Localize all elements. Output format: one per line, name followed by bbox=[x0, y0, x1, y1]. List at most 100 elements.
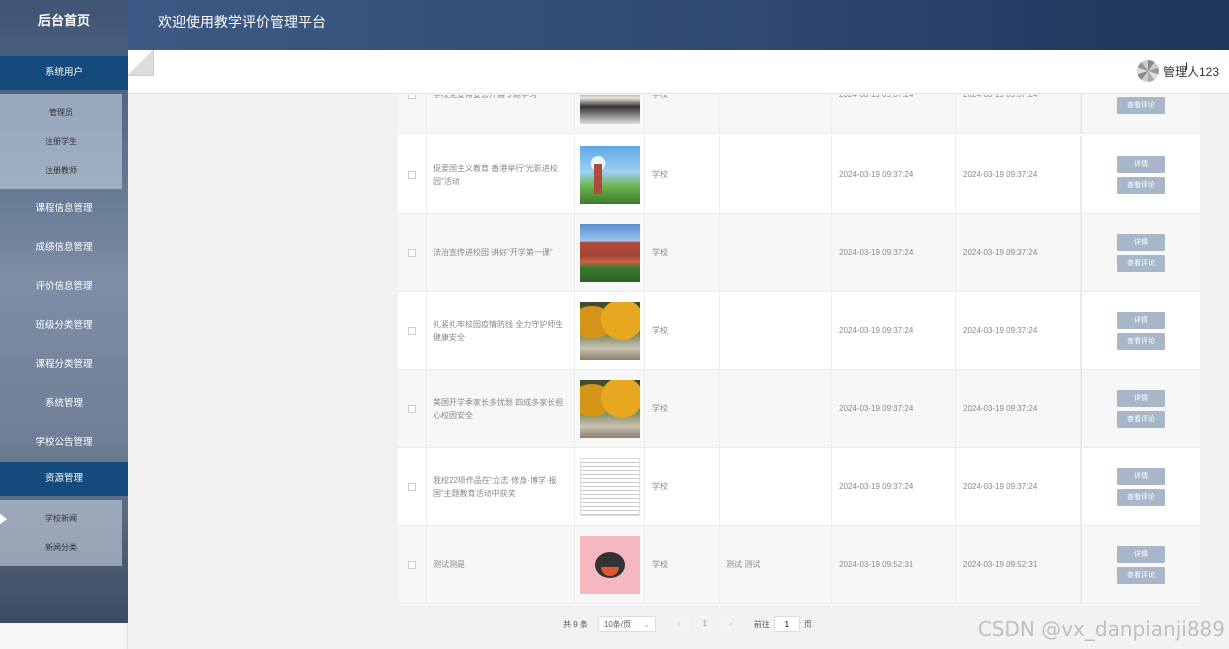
sidebar-item-school-news[interactable]: 学校新闻 bbox=[0, 504, 122, 533]
detail-button[interactable]: 详情 bbox=[1117, 311, 1165, 329]
toolbar: 管理人123 bbox=[128, 50, 1229, 94]
sidebar-item-course[interactable]: 课程信息管理 bbox=[0, 189, 128, 228]
news-title: 测试测是 bbox=[427, 526, 575, 603]
user-submenu: 管理员 注册学生 注册教师 bbox=[0, 94, 122, 189]
detail-button[interactable]: 详情 bbox=[1117, 233, 1165, 251]
resource-submenu: 学校新闻 新闻分类 bbox=[0, 500, 122, 566]
document-photo bbox=[579, 457, 640, 516]
sidebar: 后台首页 系统用户 管理员 注册学生 注册教师 课程信息管理 成绩信息管理 评价… bbox=[0, 0, 128, 623]
chevron-down-icon: ⌄ bbox=[643, 619, 650, 629]
table-row: 法治宣传进校园 讲好“开学第一课” 学校 2024-03-19 09:37:24… bbox=[398, 214, 1200, 292]
updated-time: 2024-03-19 09:37:24 bbox=[956, 136, 1081, 213]
updated-time: 2024-03-19 09:37:24 bbox=[956, 292, 1081, 369]
table-row: 扎紧扎牢校园疫情防线 全力守护师生健康安全 学校 2024-03-19 09:3… bbox=[398, 292, 1200, 370]
detail-button[interactable]: 详情 bbox=[1117, 545, 1165, 563]
detail-button[interactable]: 详情 bbox=[1117, 389, 1165, 407]
view-comments-button[interactable]: 查看评论 bbox=[1117, 96, 1165, 114]
view-comments-button[interactable]: 查看评论 bbox=[1117, 176, 1165, 194]
row-checkbox[interactable] bbox=[408, 248, 416, 257]
view-comments-button[interactable]: 查看评论 bbox=[1117, 488, 1165, 506]
collapse-toggle-icon[interactable] bbox=[128, 50, 154, 76]
detail-button[interactable]: 详情 bbox=[1117, 155, 1165, 173]
created-time: 2024-03-19 09:52:31 bbox=[832, 526, 956, 603]
sky-photo bbox=[579, 145, 640, 204]
sidebar-brand[interactable]: 后台首页 bbox=[0, 0, 128, 42]
created-time: 2024-03-19 09:37:24 bbox=[832, 214, 956, 291]
news-title: 促爱国主义教育 香港举行“光影进校园”活动 bbox=[427, 136, 575, 213]
watermark: CSDN @vx_danpianji889 bbox=[977, 617, 1225, 641]
sidebar-item-announcements[interactable]: 学校公告管理 bbox=[0, 423, 128, 462]
row-checkbox[interactable] bbox=[408, 170, 416, 179]
news-type: 学校 bbox=[645, 448, 720, 525]
row-checkbox[interactable] bbox=[408, 326, 416, 335]
building-photo bbox=[579, 223, 640, 282]
goto-label: 前往 bbox=[753, 619, 770, 629]
row-checkbox[interactable] bbox=[408, 482, 416, 491]
next-page-button[interactable]: › bbox=[720, 616, 741, 632]
text-cursor-icon: I bbox=[1185, 61, 1189, 73]
created-time: 2024-03-19 09:37:24 bbox=[832, 370, 956, 447]
news-table: 学校党委常委会开展专题学习 学校 2024-03-19 09:37:24 202… bbox=[398, 95, 1200, 605]
sidebar-item-system-users[interactable]: 系统用户 bbox=[0, 56, 128, 90]
sidebar-item-class-category[interactable]: 班级分类管理 bbox=[0, 306, 128, 345]
cartoon-photo bbox=[579, 535, 640, 594]
news-title: 我校22项作品在“立志·修身·博学·报国”主题教育活动中获奖 bbox=[427, 448, 575, 525]
news-type: 学校 bbox=[645, 526, 720, 603]
tree-photo bbox=[579, 379, 640, 438]
sidebar-item-students[interactable]: 注册学生 bbox=[0, 127, 122, 156]
view-comments-button[interactable]: 查看评论 bbox=[1117, 410, 1165, 428]
avatar bbox=[1136, 60, 1159, 82]
prev-page-button[interactable]: ‹ bbox=[668, 616, 689, 632]
news-author bbox=[720, 292, 832, 369]
sidebar-footer bbox=[0, 623, 128, 649]
user-menu[interactable]: 管理人123 bbox=[1136, 60, 1219, 82]
news-author bbox=[720, 136, 832, 213]
page-title: 欢迎使用教学评价管理平台 bbox=[158, 14, 326, 30]
news-type: 学校 bbox=[645, 95, 720, 133]
user-name: 管理人123 bbox=[1162, 64, 1219, 79]
created-time: 2024-03-19 09:37:24 bbox=[832, 448, 956, 525]
news-author bbox=[720, 448, 832, 525]
sidebar-item-teachers[interactable]: 注册教师 bbox=[0, 156, 122, 185]
updated-time: 2024-03-19 09:37:24 bbox=[956, 370, 1081, 447]
created-time: 2024-03-19 09:37:24 bbox=[832, 292, 956, 369]
tree-photo bbox=[579, 301, 640, 360]
sidebar-item-system[interactable]: 系统管理 bbox=[0, 384, 128, 423]
news-title: 法治宣传进校园 讲好“开学第一课” bbox=[427, 214, 575, 291]
sidebar-item-news-category[interactable]: 新闻分类 bbox=[0, 533, 122, 562]
total-count: 共 9 条 bbox=[563, 619, 588, 629]
pagination: 共 9 条 10条/页 ⌄ ‹ 1 › 前往 页 bbox=[563, 616, 812, 632]
sidebar-item-course-category[interactable]: 课程分类管理 bbox=[0, 345, 128, 384]
page-number[interactable]: 1 bbox=[694, 616, 715, 632]
page-suffix: 页 bbox=[803, 619, 812, 629]
row-checkbox[interactable] bbox=[408, 560, 416, 569]
news-type: 学校 bbox=[645, 136, 720, 213]
news-author bbox=[720, 95, 832, 133]
sidebar-item-grades[interactable]: 成绩信息管理 bbox=[0, 228, 128, 267]
view-comments-button[interactable]: 查看评论 bbox=[1117, 332, 1165, 350]
row-checkbox[interactable] bbox=[408, 404, 416, 413]
updated-time: 2024-03-19 09:37:24 bbox=[956, 214, 1081, 291]
top-header: 欢迎使用教学评价管理平台 bbox=[128, 0, 1229, 50]
table-row: 美国开学季家长多忧愁 四成多家长担心校园安全 学校 2024-03-19 09:… bbox=[398, 370, 1200, 448]
view-comments-button[interactable]: 查看评论 bbox=[1117, 254, 1165, 272]
table-row: 我校22项作品在“立志·修身·博学·报国”主题教育活动中获奖 学校 2024-0… bbox=[398, 448, 1200, 526]
news-author bbox=[720, 214, 832, 291]
detail-button[interactable]: 详情 bbox=[1117, 467, 1165, 485]
sidebar-item-evaluation[interactable]: 评价信息管理 bbox=[0, 267, 128, 306]
news-author: 测试 测试 bbox=[720, 526, 832, 603]
news-title: 美国开学季家长多忧愁 四成多家长担心校园安全 bbox=[427, 370, 575, 447]
created-time: 2024-03-19 09:37:24 bbox=[832, 136, 956, 213]
cartoon-face-icon bbox=[594, 551, 625, 578]
sidebar-item-resources[interactable]: 资源管理 bbox=[0, 462, 128, 496]
news-title: 扎紧扎牢校园疫情防线 全力守护师生健康安全 bbox=[427, 292, 575, 369]
view-comments-button[interactable]: 查看评论 bbox=[1117, 566, 1165, 584]
table-row: 测试测是 学校 测试 测试 2024-03-19 09:52:31 2024-0… bbox=[398, 526, 1200, 604]
updated-time: 2024-03-19 09:52:31 bbox=[956, 526, 1081, 603]
sidebar-item-admin[interactable]: 管理员 bbox=[0, 98, 122, 127]
meeting-photo bbox=[579, 95, 640, 124]
row-checkbox[interactable] bbox=[408, 95, 416, 99]
news-title: 学校党委常委会开展专题学习 bbox=[427, 95, 575, 133]
goto-page-input[interactable] bbox=[773, 616, 800, 632]
page-size-select[interactable]: 10条/页 ⌄ bbox=[597, 616, 656, 632]
